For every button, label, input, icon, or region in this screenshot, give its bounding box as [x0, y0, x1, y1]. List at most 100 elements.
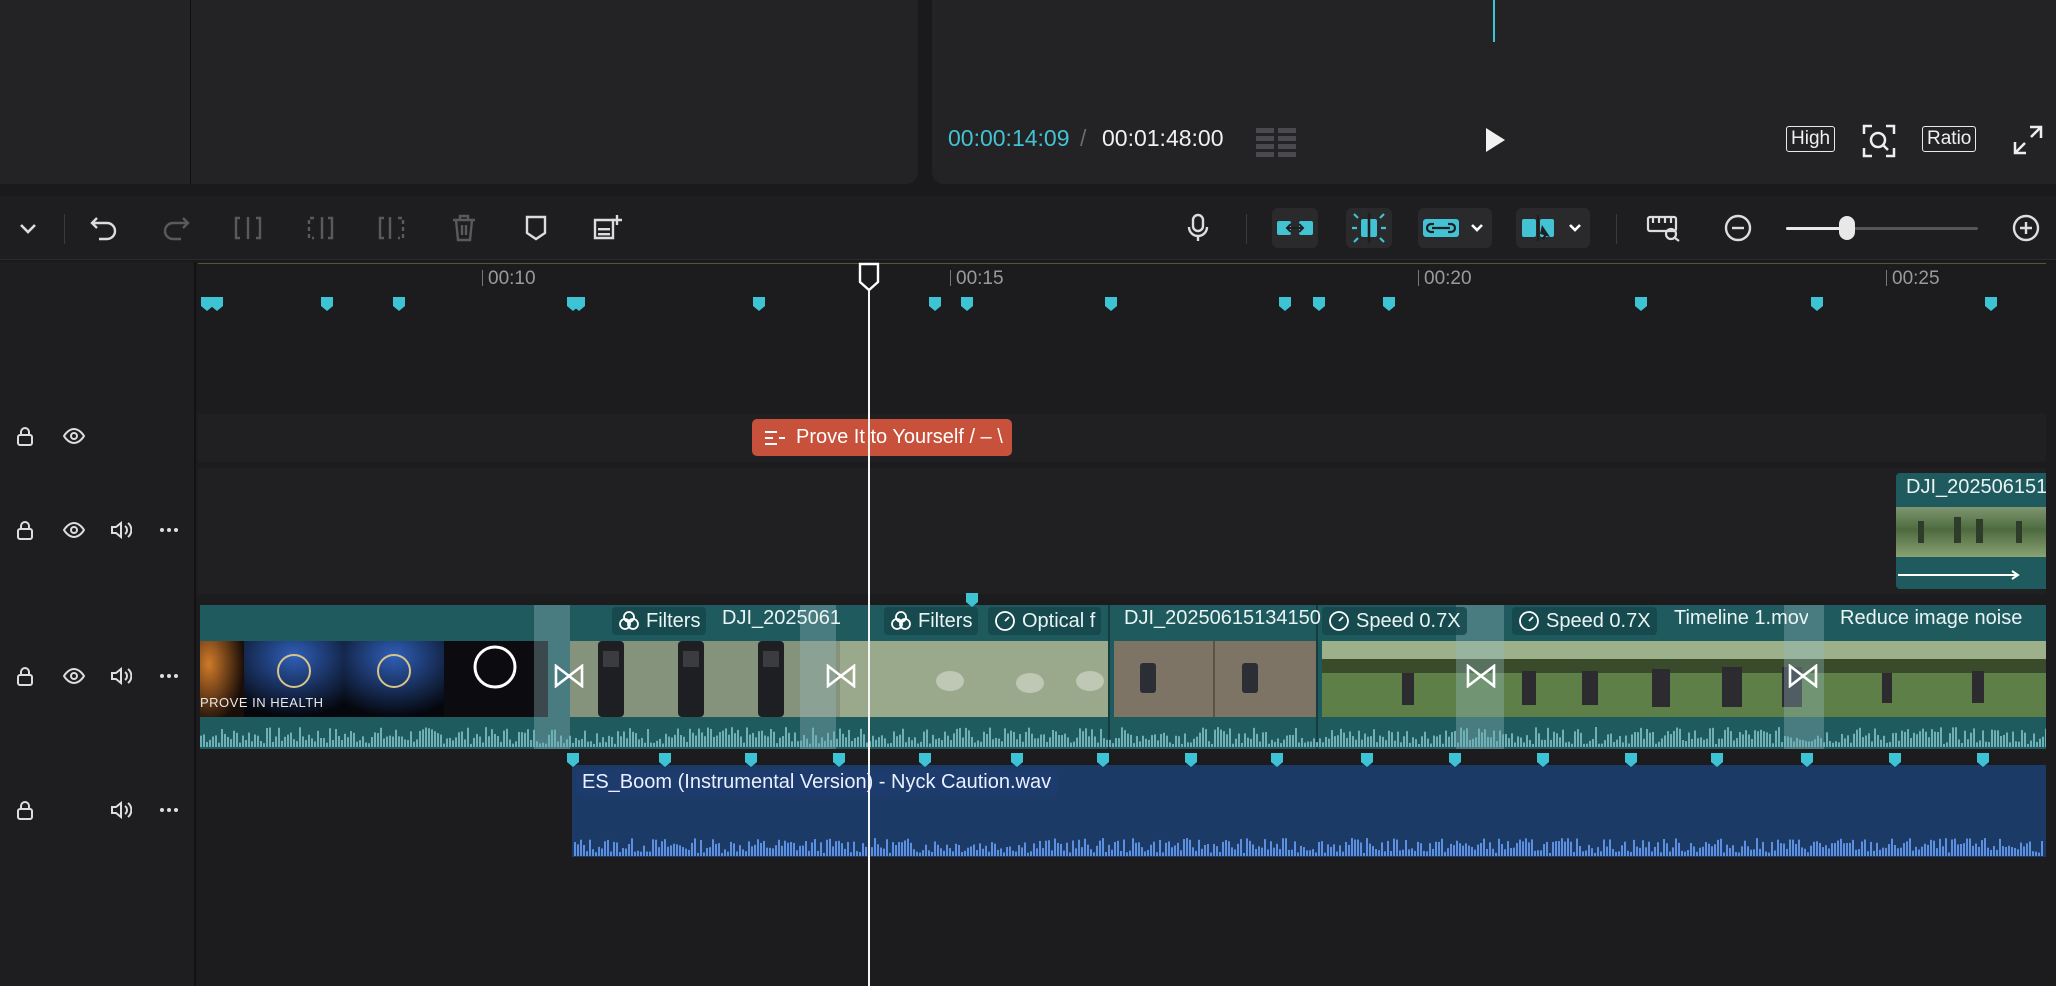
- timeline-marker[interactable]: [752, 296, 766, 312]
- beat-marker[interactable]: [1800, 752, 1814, 768]
- keyframe-marker[interactable]: [965, 592, 979, 608]
- speed-tag[interactable]: Speed 0.7X: [1322, 607, 1467, 635]
- waveform-bar: [955, 843, 957, 856]
- timeline-marker[interactable]: [928, 296, 942, 312]
- more-icon[interactable]: [155, 516, 183, 544]
- microphone-icon[interactable]: [1180, 210, 1216, 246]
- timeline-marker[interactable]: [1312, 296, 1326, 312]
- add-note-icon[interactable]: [590, 210, 626, 246]
- eye-icon[interactable]: [60, 662, 88, 690]
- speed-tag[interactable]: Optical f: [988, 607, 1102, 635]
- timeline-marker[interactable]: [210, 296, 224, 312]
- waveform-bar: [2041, 841, 2043, 856]
- beat-marker[interactable]: [1448, 752, 1462, 768]
- waveform-bar: [1775, 730, 1777, 747]
- beat-marker[interactable]: [1888, 752, 1902, 768]
- undo-icon[interactable]: [86, 210, 122, 246]
- beat-marker[interactable]: [658, 752, 672, 768]
- waveform-bar: [1664, 735, 1666, 747]
- timeline-marker[interactable]: [1278, 296, 1292, 312]
- more-icon[interactable]: [155, 662, 183, 690]
- beat-marker[interactable]: [1010, 752, 1024, 768]
- zoom-out-icon[interactable]: [1720, 210, 1756, 246]
- beat-marker[interactable]: [1360, 752, 1374, 768]
- waveform-bar: [1676, 727, 1678, 747]
- waveform-bar: [1691, 738, 1693, 747]
- beat-marker[interactable]: [832, 752, 846, 768]
- lock-icon[interactable]: [11, 796, 39, 824]
- timeline-marker[interactable]: [960, 296, 974, 312]
- waveform-bar: [281, 740, 283, 747]
- zoom-slider[interactable]: [1786, 216, 1978, 240]
- eye-icon[interactable]: [60, 516, 88, 544]
- waveform-bar: [1865, 735, 1867, 747]
- waveform-bar: [623, 731, 625, 747]
- beat-marker[interactable]: [1270, 752, 1284, 768]
- transition-icon[interactable]: [1788, 664, 1818, 688]
- link-icon[interactable]: [1418, 208, 1492, 248]
- timeline-playhead[interactable]: [868, 280, 870, 986]
- zoom-in-icon[interactable]: [2008, 210, 2044, 246]
- timeline-marker[interactable]: [1810, 296, 1824, 312]
- timeline-marker[interactable]: [572, 296, 586, 312]
- playhead-handle[interactable]: [857, 262, 881, 292]
- speaker-icon[interactable]: [107, 662, 135, 690]
- fullscreen-icon[interactable]: [2012, 124, 2044, 156]
- filters-tag[interactable]: Filters: [884, 607, 979, 635]
- speaker-icon[interactable]: [107, 796, 135, 824]
- timeline-marker[interactable]: [392, 296, 406, 312]
- marker-icon[interactable]: [518, 210, 554, 246]
- beat-marker[interactable]: [744, 752, 758, 768]
- timeline-marker[interactable]: [1104, 296, 1118, 312]
- more-icon[interactable]: [155, 796, 183, 824]
- beat-marker[interactable]: [1184, 752, 1198, 768]
- waveform-bar: [1895, 732, 1897, 747]
- waveform-bar: [569, 735, 571, 747]
- beat-marker[interactable]: [1096, 752, 1110, 768]
- waveform-bar: [1265, 731, 1267, 747]
- crop-zoom-icon[interactable]: [1862, 124, 1896, 158]
- play-button[interactable]: [1482, 126, 1508, 154]
- timeline-marker[interactable]: [1984, 296, 1998, 312]
- transition-icon[interactable]: [1466, 664, 1496, 688]
- preview-axis-icon[interactable]: [1516, 208, 1590, 248]
- chevron-down-icon[interactable]: [10, 210, 46, 246]
- timeline-marker[interactable]: [320, 296, 334, 312]
- fit-timeline-icon[interactable]: [1646, 210, 1682, 246]
- main-track-magnet-icon[interactable]: [1272, 208, 1318, 248]
- beat-marker[interactable]: [1624, 752, 1638, 768]
- timeline-marker[interactable]: [1382, 296, 1396, 312]
- delete-icon: [446, 210, 482, 246]
- beat-marker[interactable]: [918, 752, 932, 768]
- transition-icon[interactable]: [826, 664, 856, 688]
- auto-snap-icon[interactable]: [1346, 208, 1392, 248]
- ratio-button[interactable]: Ratio: [1922, 126, 1977, 152]
- speed-tag[interactable]: Speed 0.7X: [1512, 607, 1657, 635]
- waveform-bar: [392, 736, 394, 747]
- timeline-marker[interactable]: [1634, 296, 1648, 312]
- lock-icon[interactable]: [11, 516, 39, 544]
- waveform-bar: [893, 731, 895, 747]
- speaker-icon[interactable]: [107, 516, 135, 544]
- beat-marker[interactable]: [1710, 752, 1724, 768]
- eye-icon[interactable]: [60, 422, 88, 450]
- filters-tag[interactable]: Filters: [612, 607, 707, 635]
- overlay-video-clip[interactable]: DJI_202506151: [1896, 473, 2046, 589]
- quality-button[interactable]: High: [1786, 126, 1836, 152]
- beat-marker[interactable]: [1976, 752, 1990, 768]
- transition-icon[interactable]: [554, 664, 584, 688]
- timecode-format-icon[interactable]: [1254, 126, 1300, 158]
- beat-marker[interactable]: [1536, 752, 1550, 768]
- text-clip[interactable]: Prove It to Yourself / – \: [752, 419, 1012, 456]
- zoom-slider-thumb[interactable]: [1839, 216, 1856, 240]
- waveform-bar: [1082, 731, 1084, 747]
- waveform-bar: [824, 740, 826, 747]
- beat-marker[interactable]: [566, 752, 580, 768]
- waveform-bar: [2042, 736, 2044, 747]
- waveform-bar: [1330, 846, 1332, 856]
- waveform-bar: [1961, 743, 1963, 747]
- lock-icon[interactable]: [11, 422, 39, 450]
- lock-icon[interactable]: [11, 662, 39, 690]
- waveform-bar: [1670, 734, 1672, 747]
- waveform-bar: [1970, 732, 1972, 747]
